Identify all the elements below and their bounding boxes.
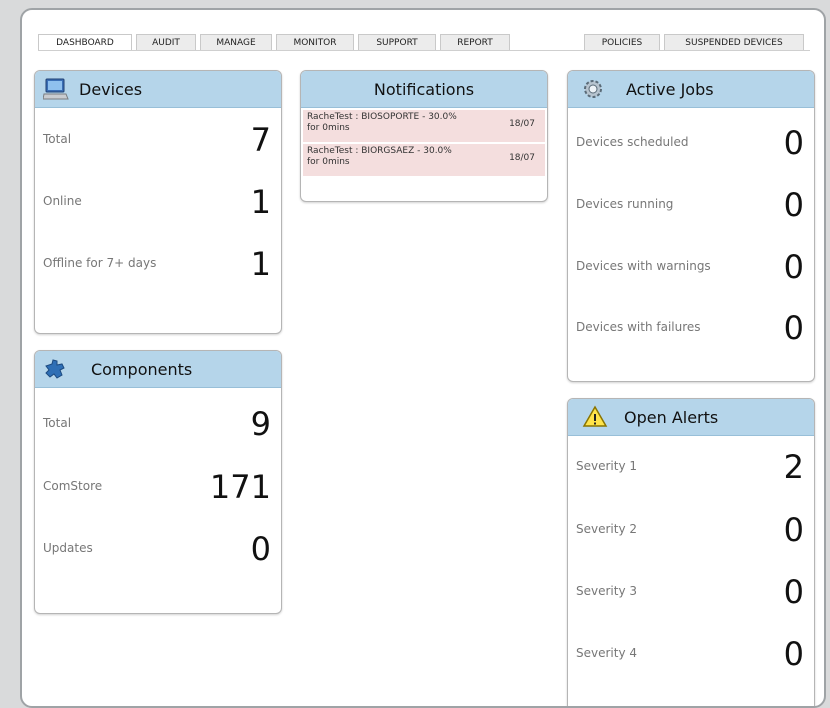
active-jobs-panel: Active Jobs Devices scheduled 0 Devices … bbox=[567, 70, 815, 382]
jobs-warnings-row[interactable]: Devices with warnings 0 bbox=[568, 247, 814, 287]
jobs-running-row[interactable]: Devices running 0 bbox=[568, 185, 814, 225]
stat-value: 0 bbox=[783, 124, 804, 162]
tab-support[interactable]: SUPPORT bbox=[358, 34, 436, 50]
puzzle-icon bbox=[45, 359, 65, 379]
devices-online-row[interactable]: Online 1 bbox=[35, 182, 281, 222]
components-header: Components bbox=[35, 351, 281, 388]
jobs-scheduled-row[interactable]: Devices scheduled 0 bbox=[568, 123, 814, 163]
stat-label: Devices with failures bbox=[576, 320, 701, 334]
stat-label: ComStore bbox=[43, 479, 103, 493]
stat-label: Devices running bbox=[576, 197, 674, 211]
stat-label: Severity 1 bbox=[576, 459, 638, 473]
devices-total-row[interactable]: Total 7 bbox=[35, 120, 281, 160]
tab-policies[interactable]: POLICIES bbox=[584, 34, 660, 50]
stat-label: Devices with warnings bbox=[576, 259, 711, 273]
jobs-failures-row[interactable]: Devices with failures 0 bbox=[568, 308, 814, 348]
notification-date: 18/07 bbox=[509, 119, 535, 129]
devices-title: Devices bbox=[79, 80, 143, 99]
stat-value: 9 bbox=[250, 405, 271, 443]
stat-label: Severity 4 bbox=[576, 646, 638, 660]
active-jobs-title: Active Jobs bbox=[626, 80, 714, 99]
notifications-title: Notifications bbox=[373, 80, 475, 99]
gear-icon bbox=[584, 80, 602, 98]
stat-value: 0 bbox=[783, 573, 804, 611]
open-alerts-header: Open Alerts bbox=[568, 399, 814, 436]
tab-manage[interactable]: MANAGE bbox=[200, 34, 272, 50]
notifications-panel: Notifications RacheTest : BIOSOPORTE - 3… bbox=[300, 70, 548, 202]
alerts-severity-3-row[interactable]: Severity 3 0 bbox=[568, 572, 814, 612]
notification-message: RacheTest : BIOSOPORTE - 30.0% for 0mins bbox=[307, 112, 457, 133]
stat-value: 1 bbox=[250, 183, 271, 221]
stat-value: 0 bbox=[783, 309, 804, 347]
stat-value: 0 bbox=[783, 511, 804, 549]
tab-audit[interactable]: AUDIT bbox=[136, 34, 196, 50]
tab-monitor[interactable]: MONITOR bbox=[276, 34, 354, 50]
tab-suspended-devices[interactable]: SUSPENDED DEVICES bbox=[664, 34, 804, 50]
stat-value: 7 bbox=[250, 121, 271, 159]
devices-header: Devices bbox=[35, 71, 281, 108]
active-jobs-header: Active Jobs bbox=[568, 71, 814, 108]
stat-label: Total bbox=[43, 416, 72, 430]
stat-label: Offline for 7+ days bbox=[43, 256, 157, 270]
open-alerts-title: Open Alerts bbox=[624, 408, 719, 427]
tab-report[interactable]: REPORT bbox=[440, 34, 510, 50]
notifications-header: Notifications bbox=[301, 71, 547, 108]
stat-label: Severity 3 bbox=[576, 584, 638, 598]
alerts-severity-4-row[interactable]: Severity 4 0 bbox=[568, 634, 814, 674]
stat-value: 0 bbox=[783, 248, 804, 286]
stat-label: Total bbox=[43, 132, 72, 146]
stat-value: 0 bbox=[783, 635, 804, 673]
stat-value: 0 bbox=[250, 530, 271, 568]
tab-bar: DASHBOARD AUDIT MANAGE MONITOR SUPPORT R… bbox=[38, 34, 810, 51]
stat-label: Devices scheduled bbox=[576, 135, 689, 149]
stat-label: Updates bbox=[43, 541, 93, 555]
devices-offline-row[interactable]: Offline for 7+ days 1 bbox=[35, 244, 281, 284]
warning-icon bbox=[582, 405, 608, 427]
notification-item[interactable]: RacheTest : BIORGSAEZ - 30.0% for 0mins … bbox=[303, 144, 545, 176]
stat-label: Severity 2 bbox=[576, 522, 638, 536]
stat-value: 1 bbox=[250, 245, 271, 283]
notification-date: 18/07 bbox=[509, 153, 535, 163]
open-alerts-panel: Open Alerts Severity 1 2 Severity 2 0 Se… bbox=[567, 398, 815, 706]
alerts-severity-1-row[interactable]: Severity 1 2 bbox=[568, 447, 814, 487]
computer-icon bbox=[43, 78, 69, 100]
devices-panel: Devices Total 7 Online 1 Offline for 7+ … bbox=[34, 70, 282, 334]
tab-dashboard[interactable]: DASHBOARD bbox=[38, 34, 132, 50]
stat-label: Online bbox=[43, 194, 82, 208]
alerts-severity-2-row[interactable]: Severity 2 0 bbox=[568, 510, 814, 550]
app-frame: DASHBOARD AUDIT MANAGE MONITOR SUPPORT R… bbox=[20, 8, 826, 708]
components-title: Components bbox=[91, 360, 193, 379]
components-total-row[interactable]: Total 9 bbox=[35, 404, 281, 444]
stat-value: 171 bbox=[209, 468, 271, 506]
components-updates-row[interactable]: Updates 0 bbox=[35, 529, 281, 569]
components-comstore-row[interactable]: ComStore 171 bbox=[35, 467, 281, 507]
stat-value: 0 bbox=[783, 186, 804, 224]
notification-item[interactable]: RacheTest : BIOSOPORTE - 30.0% for 0mins… bbox=[303, 110, 545, 142]
notification-message: RacheTest : BIORGSAEZ - 30.0% for 0mins bbox=[307, 146, 452, 167]
stat-value: 2 bbox=[783, 448, 804, 486]
components-panel: Components Total 9 ComStore 171 Updates … bbox=[34, 350, 282, 614]
